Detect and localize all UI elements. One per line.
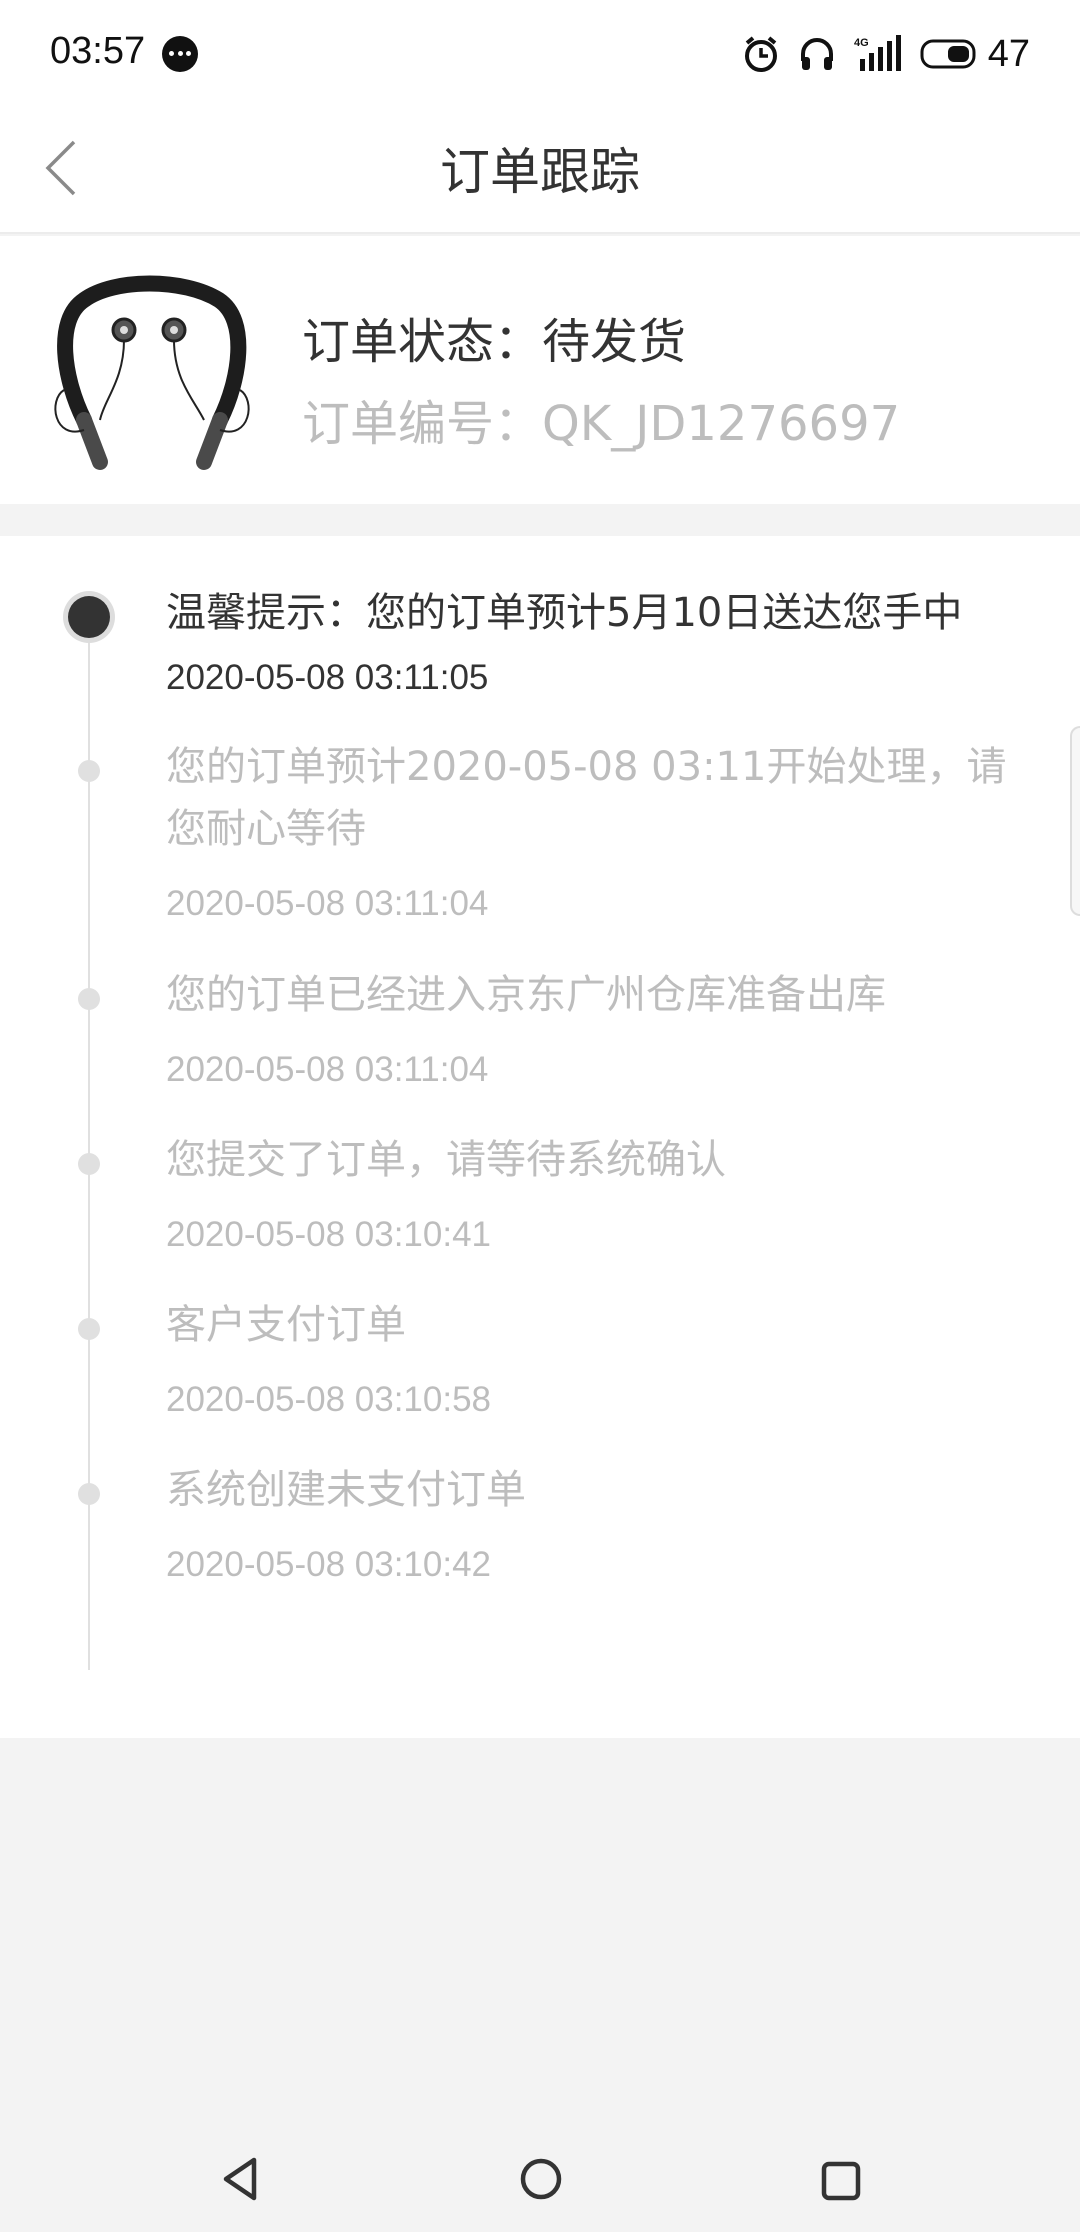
signal-4g-icon: 4G [854, 35, 901, 71]
timeline-time: 2020-05-08 03:10:42 [166, 1545, 491, 1584]
timeline-text: 您提交了订单，请等待系统确认 [166, 1137, 726, 1183]
timeline-dot [78, 760, 100, 782]
message-notification-icon [162, 36, 198, 72]
system-recents-icon[interactable] [820, 2160, 862, 2202]
timeline-time: 2020-05-08 03:11:04 [166, 1050, 489, 1089]
battery-level: 47 [987, 32, 1030, 75]
timeline-time: 2020-05-08 03:10:58 [166, 1380, 491, 1419]
svg-text:4G: 4G [854, 37, 869, 49]
nav-header: 订单跟踪 [0, 108, 1080, 234]
battery-icon [920, 39, 976, 69]
timeline-text: 系统创建未支付订单 [166, 1467, 526, 1513]
timeline-text: 您的订单预计2020-05-08 03:11开始处理，请您耐心等待 [166, 744, 1007, 852]
timeline-dot [78, 988, 100, 1010]
timeline-text: 客户支付订单 [166, 1302, 406, 1348]
timeline-dot [78, 1318, 100, 1340]
system-back-icon[interactable] [218, 2154, 262, 2204]
order-summary-card: 订单状态：待发货 订单编号：QK_JD1276697 [0, 236, 1080, 504]
status-time: 03:57 [50, 30, 146, 72]
headphones-icon [800, 38, 833, 70]
page-title: 订单跟踪 [440, 143, 640, 201]
timeline-text: 温馨提示：您的订单预计5月10日送达您手中 [166, 590, 963, 636]
timeline-text: 您的订单已经进入京东广州仓库准备出库 [166, 972, 886, 1018]
status-bar: 03:57 4G 47 [0, 0, 1080, 108]
edge-scroll-handle[interactable] [1070, 726, 1080, 916]
product-image[interactable] [44, 270, 258, 474]
tracking-timeline: 温馨提示：您的订单预计5月10日送达您手中 2020-05-08 03:11:0… [0, 536, 1080, 1738]
timeline-dot [78, 1483, 100, 1505]
timeline-time: 2020-05-08 03:11:05 [166, 658, 489, 697]
order-number: 订单编号：QK_JD1276697 [302, 396, 901, 452]
alarm-icon [744, 36, 777, 72]
order-status: 订单状态：待发货 [302, 314, 687, 370]
timeline-time: 2020-05-08 03:11:04 [166, 884, 489, 923]
system-nav-bar [0, 2130, 1080, 2232]
timeline-time: 2020-05-08 03:10:41 [166, 1215, 491, 1254]
system-home-icon[interactable] [518, 2156, 564, 2202]
timeline-dot-active [68, 596, 110, 638]
timeline-dot [78, 1153, 100, 1175]
